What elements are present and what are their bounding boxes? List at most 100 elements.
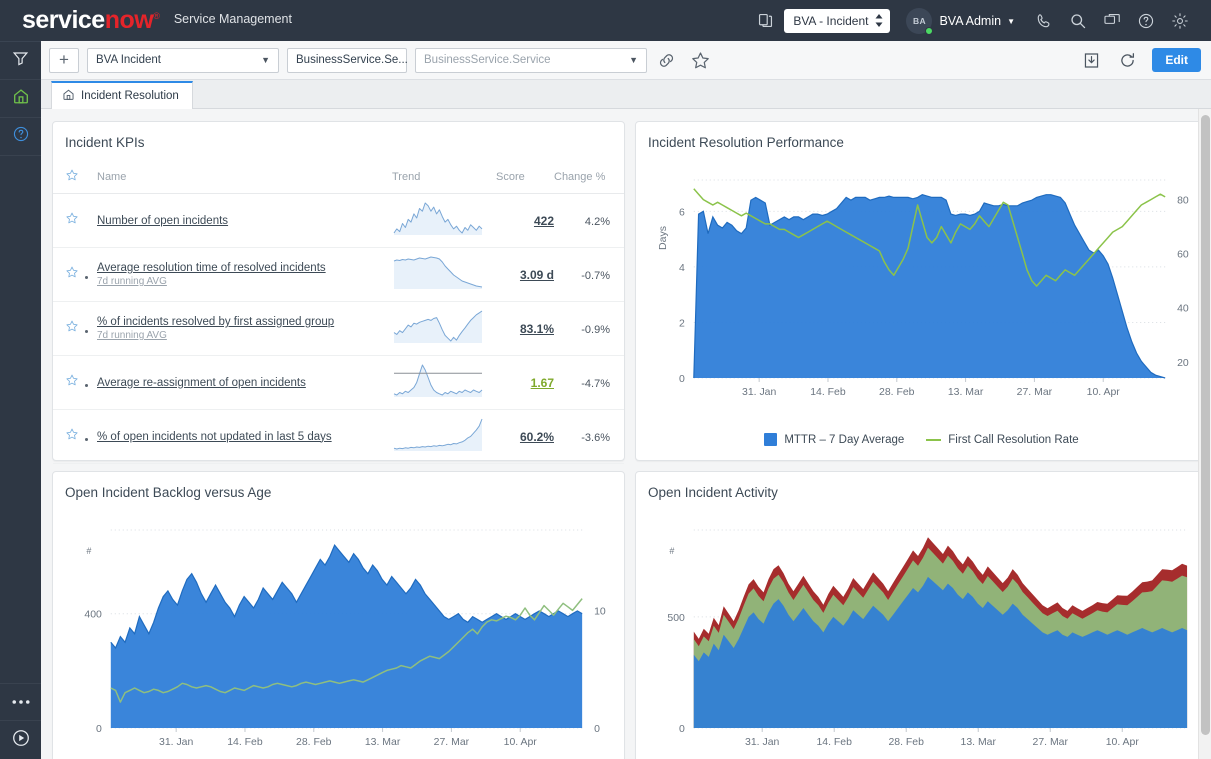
chevron-down-icon: ▼ <box>251 55 270 65</box>
phone-icon[interactable] <box>1027 6 1061 36</box>
rail-item-home[interactable] <box>0 80 41 118</box>
chart-text: 27. Mar <box>434 737 470 748</box>
add-widget-button[interactable]: + <box>49 48 79 73</box>
row-favorite-cell <box>53 356 85 410</box>
refresh-icon[interactable] <box>1112 45 1142 75</box>
kpi-score[interactable]: 3.09 d <box>520 268 554 282</box>
kpi-name-link[interactable]: % of incidents resolved by first assigne… <box>97 316 392 328</box>
star-icon[interactable] <box>65 266 79 283</box>
rail-item-filter[interactable] <box>0 42 41 80</box>
row-score-cell: 3.09 d <box>496 248 554 302</box>
element-selector[interactable]: BusinessService.Service ▼ <box>415 48 647 73</box>
kpi-score[interactable]: 422 <box>534 214 554 228</box>
legend-item[interactable]: MTTR – 7 Day Average <box>764 433 904 446</box>
kpi-score[interactable]: 60.2% <box>520 430 554 444</box>
table-row[interactable]: Average re-assignment of open incidents 1… <box>53 356 624 410</box>
kpi-name-link[interactable]: % of open incidents not updated in last … <box>97 431 392 443</box>
favorite-star-icon[interactable] <box>685 45 715 75</box>
row-indicator-cell <box>85 194 97 248</box>
widget-title: Incident KPIs <box>53 122 624 150</box>
column-header-score: Score <box>496 168 554 194</box>
dashboard-selector-label: BVA Incident <box>96 54 161 66</box>
user-menu-label[interactable]: BVA Admin <box>939 14 1001 28</box>
dashboard-selector[interactable]: BVA Incident ▼ <box>87 48 279 73</box>
kpi-name-link[interactable]: Average resolution time of resolved inci… <box>97 262 392 274</box>
row-change-cell: 4.2% <box>554 194 624 248</box>
chart-text: 31. Jan <box>742 387 776 398</box>
rail-bottom-group <box>0 683 41 759</box>
rail-item-more[interactable] <box>0 683 41 721</box>
row-favorite-cell <box>53 248 85 302</box>
chevron-down-icon[interactable]: ▼ <box>1007 17 1015 26</box>
more-options-icon <box>10 693 32 711</box>
chart-svg: 0246Days2040608031. Jan14. Feb28. Feb13.… <box>636 154 1207 424</box>
row-change-cell: -4.7% <box>554 356 624 410</box>
star-icon[interactable] <box>65 428 79 445</box>
kpi-table: Name Trend Score Change % Number of open… <box>53 168 624 518</box>
widget-title: Open Incident Backlog versus Age <box>53 472 624 500</box>
gear-icon[interactable] <box>1163 6 1197 36</box>
kpi-score[interactable]: 1.67 <box>531 376 554 390</box>
star-icon[interactable] <box>65 374 79 391</box>
chart-text: 13. Mar <box>961 737 997 748</box>
chart-area[interactable]: 0246Days2040608031. Jan14. Feb28. Feb13.… <box>636 154 1207 424</box>
edit-button[interactable]: Edit <box>1152 48 1201 72</box>
chart-text: 28. Feb <box>879 387 915 398</box>
row-name-cell: Average re-assignment of open incidents <box>97 356 392 410</box>
kpi-change: 4.2% <box>585 216 610 228</box>
rail-item-play[interactable] <box>0 721 41 759</box>
chart-area[interactable]: 0500#31. Jan14. Feb28. Feb13. Mar27. Mar… <box>636 504 1207 759</box>
table-row[interactable]: % of open incidents not updated in last … <box>53 410 624 464</box>
table-row[interactable]: Average resolution time of resolved inci… <box>53 248 624 302</box>
row-score-cell: 83.1% <box>496 302 554 356</box>
scope-selector[interactable]: BVA - Incident <box>784 9 890 33</box>
widget-title: Incident Resolution Performance <box>636 122 1207 150</box>
star-icon[interactable] <box>65 212 79 229</box>
chat-icon[interactable] <box>1095 6 1129 36</box>
scrollbar-thumb[interactable] <box>1201 115 1210 735</box>
home-icon <box>62 88 75 104</box>
chart-text: 31. Jan <box>745 737 779 748</box>
chart-text: 31. Jan <box>159 737 193 748</box>
kpi-name-link[interactable]: Number of open incidents <box>97 215 392 227</box>
kpi-name-link[interactable]: Average re-assignment of open incidents <box>97 377 392 389</box>
table-row[interactable]: Number of open incidents 422 4.2% <box>53 194 624 248</box>
table-row[interactable]: % of incidents resolved by first assigne… <box>53 302 624 356</box>
star-icon[interactable] <box>65 173 79 185</box>
star-icon[interactable] <box>65 320 79 337</box>
vertical-scrollbar[interactable] <box>1198 109 1211 759</box>
chart-text: # <box>86 546 91 556</box>
tab-label: Incident Resolution <box>81 90 179 102</box>
kpi-score[interactable]: 83.1% <box>520 322 554 336</box>
kpi-change: -0.9% <box>581 324 610 336</box>
chart-text: 40 <box>1177 304 1189 315</box>
help-icon[interactable] <box>1129 6 1163 36</box>
chart-area[interactable]: 0400#01031. Jan14. Feb28. Feb13. Mar27. … <box>53 504 624 759</box>
servicenow-logo[interactable]: servicenow® <box>0 6 160 35</box>
chevron-down-icon: ▼ <box>619 55 638 65</box>
row-indicator-cell <box>85 302 97 356</box>
download-icon[interactable] <box>1076 45 1106 75</box>
search-icon[interactable] <box>1061 6 1095 36</box>
link-icon[interactable] <box>651 45 681 75</box>
breakdown-selector[interactable]: BusinessService.Se... ▼ <box>287 48 407 73</box>
rail-item-help[interactable] <box>0 118 41 156</box>
bullet-icon <box>85 276 88 279</box>
row-change-cell: -0.9% <box>554 302 624 356</box>
avatar[interactable]: BA <box>906 8 932 34</box>
copy-icon[interactable] <box>748 6 782 36</box>
chart-text: 27. Mar <box>1017 387 1053 398</box>
dashboard-content: Incident KPIs Name Trend <box>41 109 1211 759</box>
tab-incident-resolution[interactable]: Incident Resolution <box>51 81 193 109</box>
chart-text: 10. Apr <box>1106 737 1140 748</box>
legend-item[interactable]: First Call Resolution Rate <box>926 434 1078 446</box>
row-name-cell: Average resolution time of resolved inci… <box>97 248 392 302</box>
breakdown-selector-label: BusinessService.Se... <box>296 54 408 66</box>
row-name-cell: Number of open incidents <box>97 194 392 248</box>
row-favorite-cell <box>53 410 85 464</box>
chart-text: 500 <box>667 613 685 624</box>
chart-text: 2 <box>679 318 685 329</box>
widget-title: Open Incident Activity <box>636 472 1207 500</box>
bullet-icon <box>85 384 88 387</box>
kpi-table-body: Number of open incidents 422 4.2% Average r… <box>53 194 624 518</box>
